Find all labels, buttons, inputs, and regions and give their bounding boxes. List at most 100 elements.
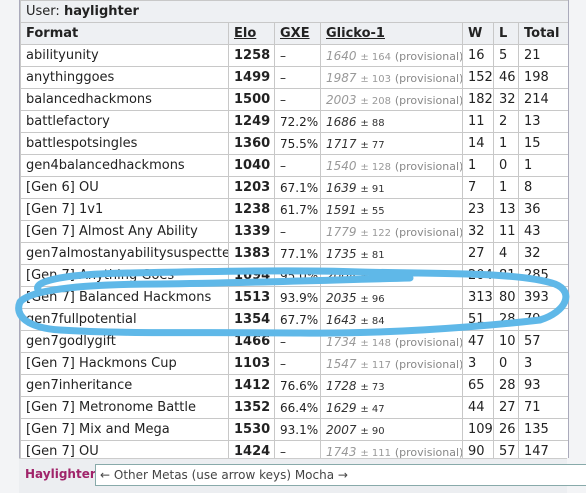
format-cell[interactable]: [Gen 7] Hackmons Cup [20, 352, 229, 375]
total-cell: 135 [517, 418, 568, 441]
total-cell: 36 [517, 198, 568, 221]
format-cell[interactable]: [Gen 7] Mix and Mega [20, 418, 229, 441]
glicko-deviation: ± 103 [360, 73, 392, 85]
provisional-tag: (provisional) [394, 49, 463, 63]
gxe-cell: – [274, 88, 321, 111]
gxe-cell: – [274, 154, 321, 177]
format-cell[interactable]: gen7fullpotential [20, 308, 229, 331]
elo-cell: 1383 [228, 242, 275, 265]
format-cell[interactable]: anythinggoes [20, 66, 229, 89]
header-elo[interactable]: Elo [228, 22, 275, 45]
header-glicko[interactable]: Glicko-1 [320, 22, 463, 45]
glicko-deviation: ± 73 [360, 381, 385, 393]
format-cell[interactable]: abilityunity [20, 44, 229, 67]
elo-cell: 1466 [228, 330, 275, 353]
glicko-cell: 2007 ± 90 [320, 418, 463, 441]
total-cell: 21 [517, 44, 568, 67]
gxe-cell: 93.1% [274, 418, 321, 441]
total-cell: 214 [517, 88, 568, 111]
format-cell[interactable]: battlespotsingles [20, 132, 229, 155]
format-cell[interactable]: gen7almostanyabilitysuspecttest [20, 242, 229, 265]
format-cell[interactable]: gen4balancedhackmons [20, 154, 229, 177]
glicko-cell: 2035 ± 96 [320, 286, 463, 309]
glicko-value: 1629 [326, 400, 357, 415]
gxe-cell: 66.4% [274, 396, 321, 419]
glicko-cell: 1987 ± 103 (provisional) [320, 66, 463, 89]
glicko-deviation: ± 148 [360, 337, 392, 349]
glicko-deviation: ± 89 [360, 271, 385, 283]
wins-cell: 152 [462, 66, 494, 89]
total-cell: 1 [517, 154, 568, 177]
format-cell[interactable]: [Gen 7] OU [20, 440, 229, 458]
format-cell[interactable]: gen7godlygift [20, 330, 229, 353]
total-cell: 71 [517, 396, 568, 419]
glicko-cell: 1779 ± 122 (provisional) [320, 220, 463, 243]
header-total: Total [517, 22, 568, 45]
gxe-cell: 95.0% [274, 264, 321, 287]
losses-cell: 5 [493, 44, 519, 67]
format-cell[interactable]: gen7inheritance [20, 374, 229, 397]
format-cell[interactable]: [Gen 6] OU [20, 176, 229, 199]
losses-cell: 28 [493, 374, 519, 397]
losses-cell: 32 [493, 88, 519, 111]
format-cell[interactable]: balancedhackmons [20, 88, 229, 111]
header-row: Format Elo GXE Glicko-1 W L Total [20, 22, 568, 45]
format-cell[interactable]: battlefactory [20, 110, 229, 133]
gxe-cell: – [274, 440, 321, 458]
glicko-deviation: ± 164 [360, 51, 392, 63]
glicko-cell: 1591 ± 55 [320, 198, 463, 221]
provisional-tag: (provisional) [394, 357, 463, 371]
glicko-cell: 2003 ± 208 (provisional) [320, 88, 463, 111]
table-row: gen7almostanyabilitysuspecttest 1383 77.1%… [20, 242, 568, 265]
format-cell[interactable]: [Gen 7] Metronome Battle [20, 396, 229, 419]
gxe-cell: 72.2% [274, 110, 321, 133]
elo-cell: 1238 [228, 198, 275, 221]
header-gxe[interactable]: GXE [274, 22, 321, 45]
format-cell[interactable]: [Gen 7] Anything Goes [20, 264, 229, 287]
glicko-value: 1717 [326, 136, 357, 151]
total-cell: 57 [517, 330, 568, 353]
wins-cell: 1 [462, 154, 494, 177]
elo-cell: 1513 [228, 286, 275, 309]
glicko-value: 1743 [326, 444, 357, 459]
chat-input[interactable] [95, 464, 586, 486]
total-cell: 3 [517, 352, 568, 375]
total-cell: 198 [517, 66, 568, 89]
losses-cell: 0 [493, 352, 519, 375]
format-cell[interactable]: [Gen 7] 1v1 [20, 198, 229, 221]
glicko-value: 2004 [326, 268, 357, 283]
user-row: User: haylighter [20, 0, 568, 23]
losses-cell: 2 [493, 110, 519, 133]
table-row: balancedhackmons 1500–2003 ± 208 (provisi… [20, 88, 568, 111]
provisional-tag: (provisional) [394, 225, 463, 239]
losses-cell: 1 [493, 176, 519, 199]
glicko-value: 1779 [326, 224, 357, 239]
wins-cell: 7 [462, 176, 494, 199]
table-row: abilityunity 1258–1640 ± 164 (provisional… [20, 44, 568, 67]
table-row: [Gen 7] Metronome Battle 1352 66.4% 1629 ± … [20, 396, 568, 419]
header-format: Format [20, 22, 229, 45]
glicko-deviation: ± 77 [360, 139, 385, 151]
wins-cell: 51 [462, 308, 494, 331]
total-cell: 43 [517, 220, 568, 243]
glicko-cell: 1717 ± 77 [320, 132, 463, 155]
format-cell[interactable]: [Gen 7] Balanced Hackmons [20, 286, 229, 309]
glicko-deviation: ± 90 [360, 425, 385, 437]
gxe-cell: 67.1% [274, 176, 321, 199]
table-row: [Gen 7] Almost Any Ability 1339–1779 ± 12… [20, 220, 568, 243]
gxe-cell: 67.7% [274, 308, 321, 331]
total-cell: 15 [517, 132, 568, 155]
glicko-value: 1639 [326, 180, 357, 195]
wins-cell: 182 [462, 88, 494, 111]
table-row: gen7inheritance 1412 76.6% 1728 ± 73 65 28 93 [20, 374, 568, 397]
glicko-value: 1591 [326, 202, 357, 217]
glicko-cell: 1540 ± 128 (provisional) [320, 154, 463, 177]
glicko-cell: 1686 ± 88 [320, 110, 463, 133]
table-row: [Gen 7] Hackmons Cup 1103–1547 ± 117 (pro… [20, 352, 568, 375]
format-cell[interactable]: [Gen 7] Almost Any Ability [20, 220, 229, 243]
glicko-deviation: ± 122 [360, 227, 392, 239]
table-row: [Gen 7] OU 1424–1743 ± 111 (provisional) 9… [20, 440, 568, 459]
glicko-value: 1728 [326, 378, 357, 393]
losses-cell: 81 [493, 264, 519, 287]
username: haylighter [63, 4, 139, 19]
